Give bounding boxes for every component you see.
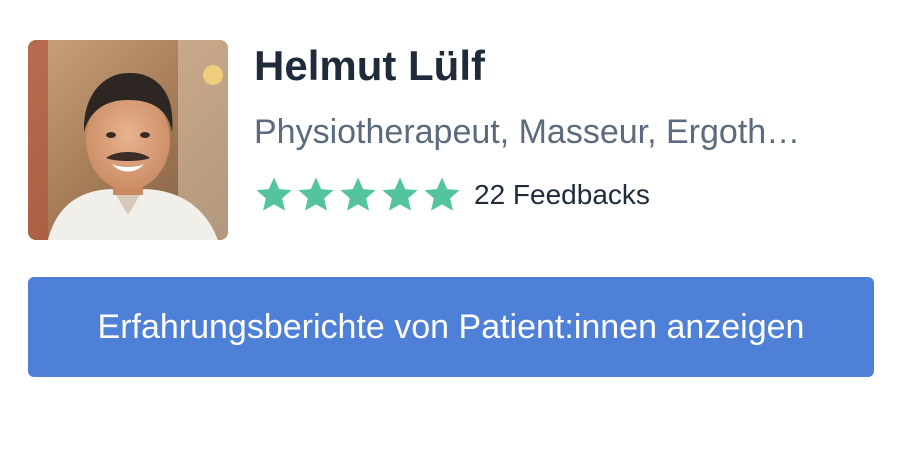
avatar-photo-icon bbox=[28, 40, 228, 240]
feedback-count[interactable]: 22 Feedbacks bbox=[474, 179, 650, 211]
star-rating bbox=[254, 175, 464, 215]
star-icon bbox=[380, 175, 420, 215]
star-icon bbox=[296, 175, 336, 215]
profile-name: Helmut Lülf bbox=[254, 42, 485, 89]
profile-profession: Physiotherapeut, Masseur, Ergoth… bbox=[254, 113, 801, 151]
star-icon bbox=[422, 175, 462, 215]
show-reviews-button-label: Erfahrungsberichte von Patient:innen anz… bbox=[97, 307, 805, 346]
rating-summary: 22 Feedbacks bbox=[254, 172, 650, 218]
show-reviews-button[interactable]: Erfahrungsberichte von Patient:innen anz… bbox=[28, 277, 874, 377]
doctor-profile-card: Helmut Lülf Physiotherapeut, Masseur, Er… bbox=[0, 0, 904, 476]
star-icon bbox=[338, 175, 378, 215]
avatar bbox=[28, 40, 228, 240]
star-icon bbox=[254, 175, 294, 215]
